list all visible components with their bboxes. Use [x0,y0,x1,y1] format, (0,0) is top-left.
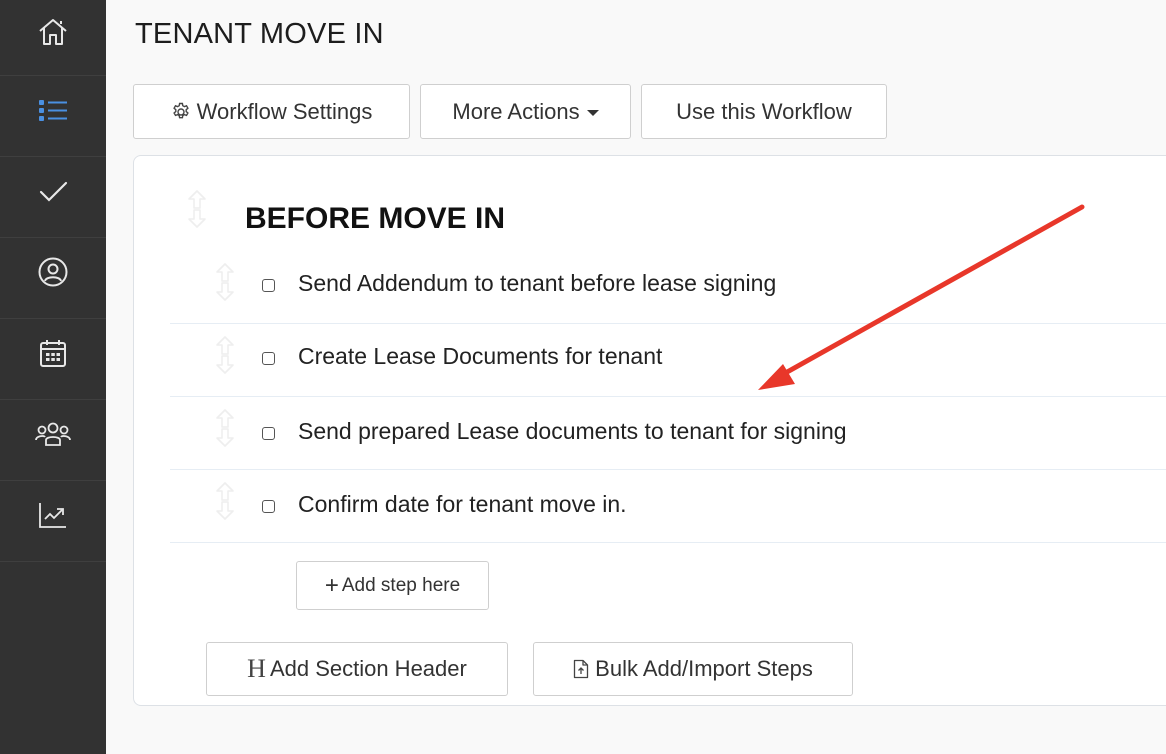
more-actions-dropdown[interactable]: More Actions [420,84,631,139]
plus-icon: + [324,571,339,599]
step-row: Confirm date for tenant move in. [170,471,1166,543]
sidebar-item-workflows[interactable] [0,76,106,157]
add-step-label: Add step here [341,574,461,596]
sidebar-item-reports[interactable] [0,481,106,562]
toolbar: Workflow Settings More Actions Use this … [133,84,887,139]
step-row: Send prepared Lease documents to tenant … [170,398,1166,470]
user-circle-icon [38,257,68,287]
step-checkbox[interactable] [262,500,275,513]
sidebar-item-home[interactable] [0,0,106,76]
arrow-down-icon[interactable] [214,280,236,302]
chart-line-icon [39,503,66,528]
workflow-settings-button[interactable]: Workflow Settings [133,84,410,139]
use-workflow-button[interactable]: Use this Workflow [641,84,887,139]
more-actions-label: More Actions [452,98,580,124]
list-icon [39,100,67,121]
step-label[interactable]: Send Addendum to tenant before lease sig… [298,270,776,297]
check-icon [39,181,68,202]
sidebar-item-profile[interactable] [0,238,106,319]
step-reorder-handle[interactable] [214,335,236,375]
home-icon [39,19,67,45]
step-label[interactable]: Confirm date for tenant move in. [298,491,627,518]
bulk-add-import-button[interactable]: Bulk Add/Import Steps [533,642,853,696]
step-label[interactable]: Create Lease Documents for tenant [298,343,662,370]
sidebar-item-calendar[interactable] [0,319,106,400]
step-row: Create Lease Documents for tenant [170,325,1166,397]
add-step-button[interactable]: + Add step here [296,561,489,610]
step-row: Send Addendum to tenant before lease sig… [170,252,1166,324]
arrow-down-icon[interactable] [186,207,208,229]
calendar-icon [40,340,66,367]
step-label[interactable]: Send prepared Lease documents to tenant … [298,418,847,445]
arrow-down-icon[interactable] [214,426,236,448]
workflow-settings-label: Workflow Settings [196,98,373,124]
heading-icon: H [247,654,266,683]
gear-icon [171,102,191,122]
step-reorder-handle[interactable] [214,481,236,521]
sidebar [0,0,106,754]
section-reorder-handle[interactable] [186,189,208,229]
caret-down-icon [586,110,599,116]
arrow-down-icon[interactable] [214,499,236,521]
step-checkbox[interactable] [262,427,275,440]
add-section-header-button[interactable]: H Add Section Header [206,642,508,696]
users-icon [35,422,71,446]
step-checkbox[interactable] [262,352,275,365]
add-section-header-label: Add Section Header [269,656,467,681]
workflow-card: BEFORE MOVE IN Send Addendum to tenant b… [133,155,1166,706]
sidebar-item-team[interactable] [0,400,106,481]
use-workflow-label: Use this Workflow [676,98,852,124]
step-checkbox[interactable] [262,279,275,292]
file-upload-icon [573,659,589,679]
arrow-down-icon[interactable] [214,353,236,375]
main-content: TENANT MOVE IN Workflow Settings More Ac… [106,0,1166,754]
page-title: TENANT MOVE IN [135,18,384,50]
step-reorder-handle[interactable] [214,262,236,302]
section-title: BEFORE MOVE IN [245,202,506,235]
sidebar-item-tasks[interactable] [0,157,106,238]
step-reorder-handle[interactable] [214,408,236,448]
bulk-add-import-label: Bulk Add/Import Steps [595,656,813,681]
